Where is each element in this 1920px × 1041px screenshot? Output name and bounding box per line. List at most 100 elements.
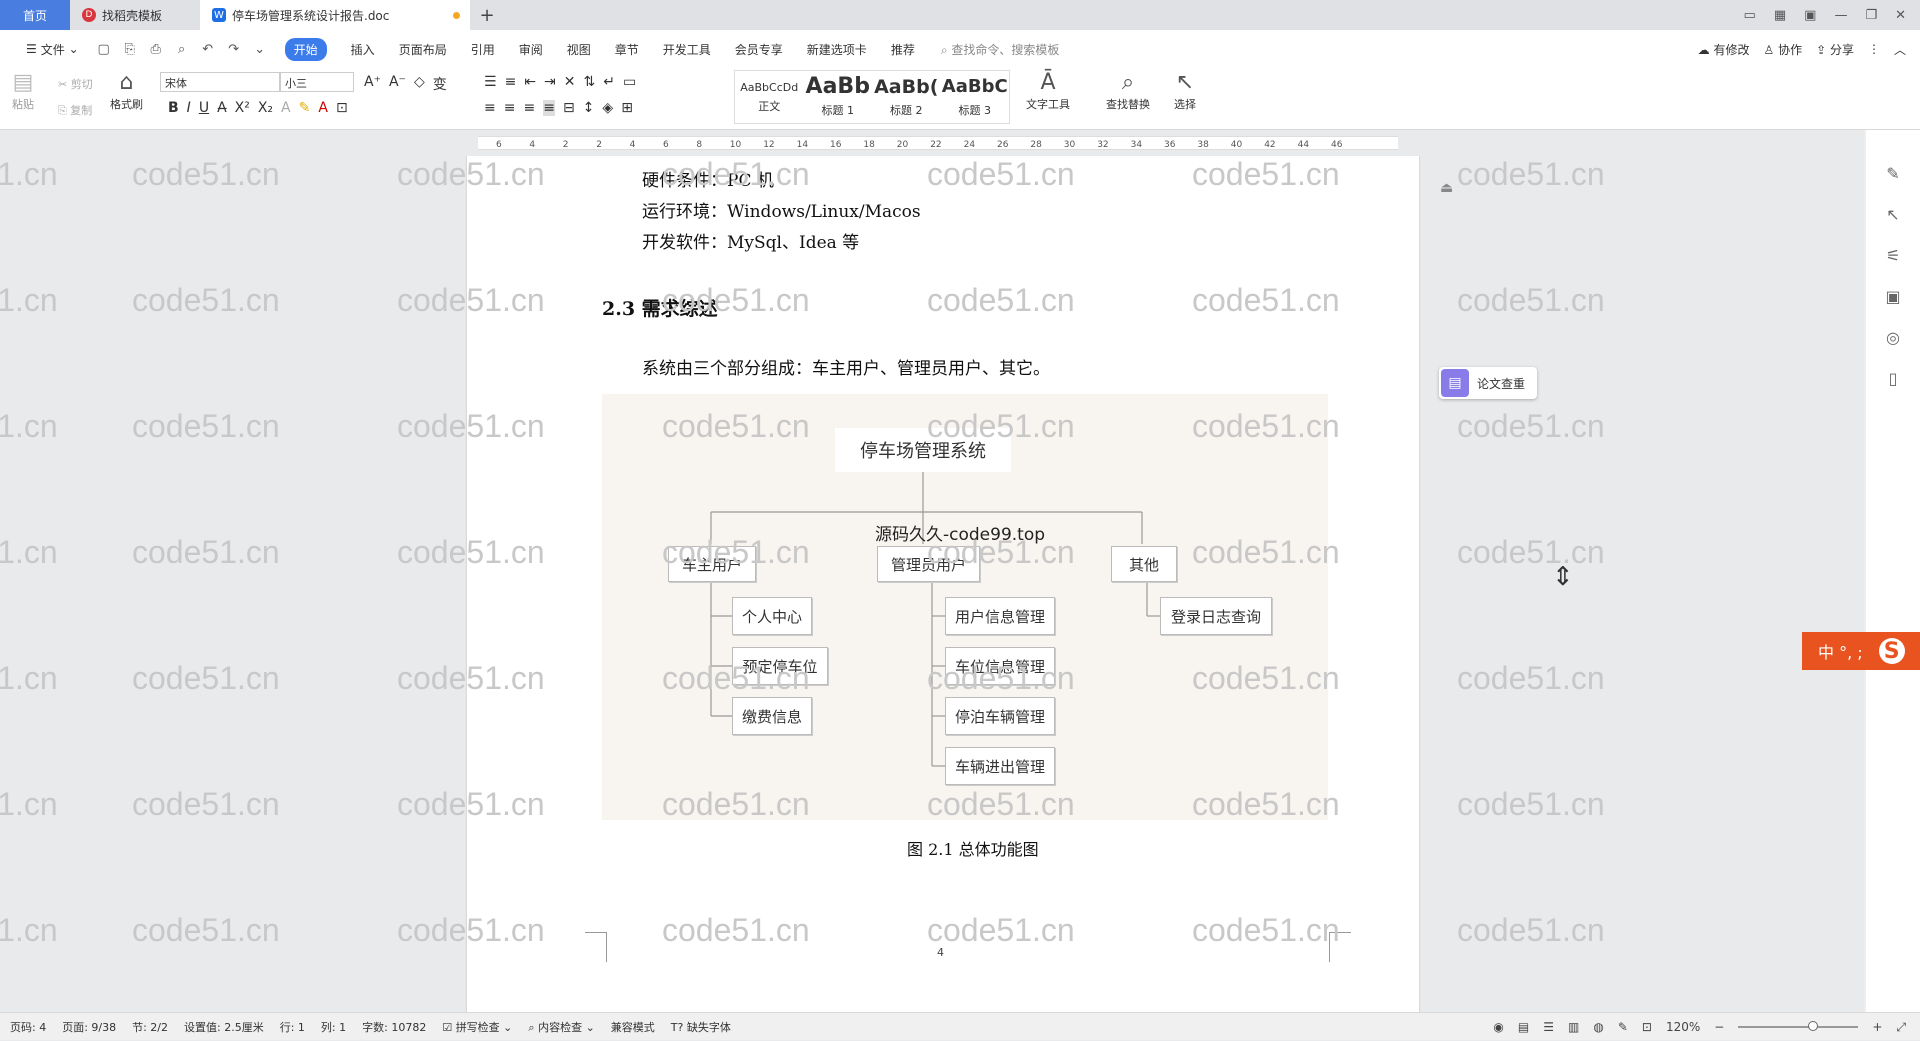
close-icon[interactable]: ✕ [1895, 8, 1906, 23]
increase-indent-icon[interactable]: ⇥ [544, 74, 556, 90]
tab-references[interactable]: 引用 [459, 30, 507, 68]
zoom-level[interactable]: 120% [1666, 1020, 1700, 1034]
collab-button[interactable]: ♙ 协作 [1764, 41, 1803, 58]
pointer-icon[interactable]: ↖ [1886, 205, 1899, 224]
tab-start[interactable]: 开始 [273, 30, 339, 68]
spell-check-button[interactable]: ☑ 拼写检查 ⌄ [442, 1019, 512, 1035]
tab-insert[interactable]: 插入 [339, 30, 387, 68]
char-border-icon[interactable]: ⊡ [336, 100, 348, 116]
show-marks-icon[interactable]: ↵ [603, 74, 615, 90]
sliders-icon[interactable]: ⚟ [1886, 246, 1900, 265]
tab-template[interactable]: D 找稻壳模板 [70, 0, 200, 30]
pen-icon[interactable]: ✎ [1886, 164, 1899, 183]
zoom-slider[interactable] [1738, 1021, 1859, 1031]
font-family-select[interactable]: 宋体 [160, 72, 280, 92]
distributed-icon[interactable]: ⊟ [563, 100, 575, 116]
zoom-slider-knob[interactable] [1808, 1021, 1819, 1031]
style-normal[interactable]: AaBbCcDd 正文 [735, 71, 804, 123]
undo-icon[interactable]: ↶ [198, 39, 218, 59]
format-painter-button[interactable]: ⌂ 格式刷 [110, 70, 143, 112]
preview-icon[interactable]: ⌕ [172, 39, 192, 59]
bold-icon[interactable]: B [168, 100, 179, 116]
restore-icon[interactable]: ❐ [1865, 8, 1877, 23]
style-heading3[interactable]: AaBbC 标题 3 [941, 71, 1010, 123]
missing-font-button[interactable]: T? 缺失字体 [671, 1019, 731, 1035]
style-heading2[interactable]: AaBb( 标题 2 [872, 71, 941, 123]
tab-chapter[interactable]: 章节 [603, 30, 651, 68]
book-icon[interactable]: ▯ [1889, 369, 1898, 388]
export-icon[interactable]: ⎘ [120, 39, 140, 59]
text-effect-icon[interactable]: A [281, 100, 291, 116]
numbering-icon[interactable]: ≡ [505, 74, 517, 90]
tab-recommend[interactable]: 推荐 [879, 30, 927, 68]
select-button[interactable]: ↖ 选择 [1174, 70, 1196, 112]
italic-icon[interactable]: I [187, 100, 191, 116]
align-right-icon[interactable]: ≡ [523, 100, 535, 116]
document-page[interactable]: 硬件条件：PC 机 运行环境：Windows/Linux/Macos 开发软件：… [467, 156, 1419, 1012]
page-view-icon[interactable]: ▤ [1518, 1020, 1529, 1034]
collapse-ribbon-icon[interactable]: ︿ [1894, 41, 1906, 58]
collapse-panel-icon[interactable]: ⏏ [1440, 180, 1453, 196]
phonetic-icon[interactable]: 变 [433, 74, 447, 94]
sort-icon[interactable]: ⇅ [584, 74, 596, 90]
underline-icon[interactable]: U [199, 100, 209, 116]
align-left-icon[interactable]: ≡ [484, 100, 496, 116]
eye-icon[interactable]: ◉ [1493, 1020, 1503, 1034]
zoom-out-icon[interactable]: − [1714, 1020, 1724, 1034]
read-view-icon[interactable]: ▥ [1568, 1020, 1579, 1034]
print-icon[interactable]: ⎙ [146, 39, 166, 59]
grow-font-icon[interactable]: A⁺ [364, 74, 381, 94]
shading-icon[interactable]: ◈ [602, 100, 613, 116]
horizontal-ruler[interactable]: 6 4 2 2 4 6 8 10 12 14 16 18 20 22 24 26 28 30 32 34 36 38 40 4… [0, 130, 1920, 156]
copy-button[interactable]: ⎘ 复制 [58, 102, 92, 118]
location-icon[interactable]: ◎ [1886, 328, 1900, 347]
justify-icon[interactable]: ≡ [543, 100, 555, 116]
tab-member[interactable]: 会员专享 [723, 30, 795, 68]
outline-view-icon[interactable]: ☰ [1543, 1020, 1554, 1034]
layout-icon[interactable]: ▭ [1744, 8, 1756, 23]
avatar[interactable]: ▣ [1804, 8, 1816, 23]
tab-view[interactable]: 视图 [555, 30, 603, 68]
more-icon[interactable]: ⋮ [1868, 42, 1880, 56]
text-tools-button[interactable]: Ā 文字工具 [1026, 70, 1070, 112]
font-size-select[interactable]: 小三 [280, 72, 354, 92]
tab-review[interactable]: 审阅 [507, 30, 555, 68]
zoom-in-icon[interactable]: + [1872, 1020, 1882, 1034]
status-words[interactable]: 字数: 10782 [362, 1019, 426, 1035]
strikethrough-icon[interactable]: A̶ [217, 100, 227, 116]
write-view-icon[interactable]: ✎ [1618, 1020, 1628, 1034]
align-center-icon[interactable]: ≡ [504, 100, 516, 116]
changes-button[interactable]: ☁ 有修改 [1698, 41, 1750, 58]
file-menu[interactable]: ☰ 文件 ⌄ [14, 30, 91, 68]
redo-icon[interactable]: ↷ [224, 39, 244, 59]
status-setting[interactable]: 设置值: 2.5厘米 [184, 1019, 264, 1035]
cut-button[interactable]: ✂ 剪切 [58, 76, 93, 92]
command-search[interactable]: ⌕ 查找命令、搜索模板 [941, 41, 1060, 58]
function-diagram[interactable]: 停车场管理系统 源码久久-code99.top 车主用户 管理员用户 其他 个人… [602, 394, 1328, 820]
font-color-icon[interactable]: A [318, 100, 328, 116]
line-spacing-icon[interactable]: ↕ [583, 100, 595, 116]
save-icon[interactable]: ▢ [94, 39, 114, 59]
bullets-icon[interactable]: ☰ [484, 74, 497, 90]
tab-home[interactable]: 首页 [0, 0, 70, 30]
paste-button[interactable]: ▤ 粘贴 [12, 70, 34, 112]
web-view-icon[interactable]: ◍ [1593, 1020, 1603, 1034]
ime-toolbar[interactable]: 中 °, ; S [1802, 632, 1920, 670]
find-replace-button[interactable]: ⌕ 查找替换 [1106, 70, 1150, 112]
content-check-button[interactable]: ⌕ 内容检查 ⌄ [528, 1019, 594, 1035]
clear-format-icon[interactable]: ◇ [414, 74, 425, 94]
tab-new-tab[interactable]: 新建选项卡 [795, 30, 879, 68]
tab-document[interactable]: W 停车场管理系统设计报告.doc [200, 0, 470, 30]
grid-icon[interactable]: ▦ [1774, 8, 1786, 23]
shrink-font-icon[interactable]: A⁻ [389, 74, 406, 94]
plagiarism-check-button[interactable]: ▤ 论文查重 [1439, 367, 1537, 399]
superscript-icon[interactable]: X² [235, 100, 250, 116]
highlight-icon[interactable]: ✎ [299, 100, 311, 116]
tab-page-layout[interactable]: 页面布局 [387, 30, 459, 68]
border-icon[interactable]: ⊞ [621, 100, 633, 116]
fullscreen-icon[interactable]: ⤢ [1896, 1020, 1906, 1035]
status-page[interactable]: 页面: 9/38 [62, 1019, 116, 1035]
chevron-down-icon[interactable]: ⌄ [250, 39, 270, 59]
new-tab-button[interactable]: + [470, 0, 504, 30]
table-line-icon[interactable]: ▭ [623, 74, 636, 90]
